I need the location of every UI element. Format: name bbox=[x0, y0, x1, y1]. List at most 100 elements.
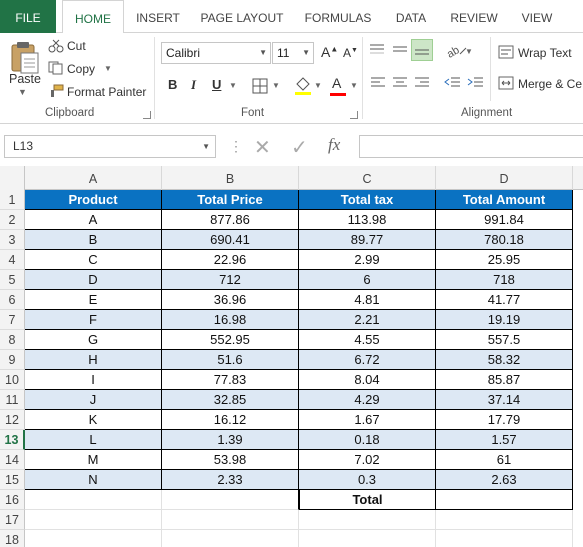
formula-input[interactable] bbox=[359, 135, 583, 158]
table-cell[interactable] bbox=[436, 490, 573, 510]
table-cell[interactable]: 4.55 bbox=[299, 330, 436, 350]
row-header[interactable]: 17 bbox=[0, 510, 25, 530]
table-cell[interactable]: 4.81 bbox=[299, 290, 436, 310]
row-header[interactable]: 8 bbox=[0, 330, 25, 350]
row-header[interactable]: 2 bbox=[0, 210, 25, 230]
table-cell[interactable]: K bbox=[25, 410, 162, 430]
table-cell[interactable]: E bbox=[25, 290, 162, 310]
insert-function-icon[interactable]: fx bbox=[328, 135, 340, 155]
table-cell[interactable]: 7.02 bbox=[299, 450, 436, 470]
font-size-select[interactable]: 11 ▼ bbox=[272, 42, 314, 64]
table-cell[interactable]: 41.77 bbox=[436, 290, 573, 310]
decrease-indent-icon[interactable] bbox=[443, 76, 461, 95]
italic-button[interactable]: I bbox=[191, 77, 196, 93]
table-cell[interactable]: 4.29 bbox=[299, 390, 436, 410]
table-cell[interactable]: M bbox=[25, 450, 162, 470]
table-cell[interactable]: I bbox=[25, 370, 162, 390]
column-header-a[interactable]: A bbox=[25, 166, 162, 190]
table-cell[interactable]: 718 bbox=[436, 270, 573, 290]
table-cell[interactable]: 2.21 bbox=[299, 310, 436, 330]
row-header[interactable]: 13 bbox=[0, 430, 25, 450]
table-cell[interactable] bbox=[25, 510, 162, 530]
align-right-icon[interactable] bbox=[414, 76, 430, 95]
row-header[interactable]: 5 bbox=[0, 270, 25, 290]
orientation-icon[interactable]: ab ▼ bbox=[445, 42, 473, 63]
table-cell[interactable]: 552.95 bbox=[162, 330, 299, 350]
table-cell[interactable]: 1.39 bbox=[162, 430, 299, 450]
grow-font-button[interactable]: A▲ bbox=[321, 44, 338, 60]
underline-button[interactable]: U bbox=[212, 77, 221, 92]
column-header-c[interactable]: C bbox=[299, 166, 436, 190]
tab-review[interactable]: REVIEW bbox=[444, 0, 504, 33]
table-cell[interactable]: 25.95 bbox=[436, 250, 573, 270]
align-center-icon[interactable] bbox=[392, 76, 408, 95]
table-cell[interactable]: 36.96 bbox=[162, 290, 299, 310]
select-all-corner[interactable] bbox=[0, 166, 25, 190]
table-cell[interactable]: 17.79 bbox=[436, 410, 573, 430]
row-header[interactable]: 4 bbox=[0, 250, 25, 270]
tab-home[interactable]: HOME bbox=[62, 0, 124, 34]
table-cell[interactable]: 19.19 bbox=[436, 310, 573, 330]
table-cell[interactable]: 77.83 bbox=[162, 370, 299, 390]
table-cell[interactable]: 690.41 bbox=[162, 230, 299, 250]
copy-button[interactable]: Copy bbox=[67, 62, 95, 76]
row-header[interactable]: 12 bbox=[0, 410, 25, 430]
table-cell[interactable]: 61 bbox=[436, 450, 573, 470]
fill-color-icon[interactable] bbox=[294, 76, 312, 101]
table-cell[interactable]: 37.14 bbox=[436, 390, 573, 410]
cancel-icon[interactable]: ✕ bbox=[254, 135, 271, 160]
table-cell[interactable]: A bbox=[25, 210, 162, 230]
worksheet-grid[interactable]: A B C D 1 2 3 4 5 6 7 8 9 10 11 12 13 14 15 16 17 18 Prod… bbox=[0, 166, 583, 547]
clipboard-launcher-icon[interactable] bbox=[143, 111, 151, 119]
row-header[interactable]: 3 bbox=[0, 230, 25, 250]
table-cell[interactable] bbox=[436, 510, 573, 530]
table-cell[interactable]: 51.6 bbox=[162, 350, 299, 370]
top-align-icon[interactable] bbox=[368, 42, 386, 63]
table-cell[interactable]: 89.77 bbox=[299, 230, 436, 250]
font-name-select[interactable]: Calibri ▼ bbox=[161, 42, 271, 64]
increase-indent-icon[interactable] bbox=[466, 76, 484, 95]
table-cell[interactable]: 53.98 bbox=[162, 450, 299, 470]
borders-dropdown-icon[interactable]: ▼ bbox=[272, 81, 280, 90]
copy-dropdown-icon[interactable]: ▼ bbox=[104, 64, 112, 73]
tab-page-layout[interactable]: PAGE LAYOUT bbox=[196, 0, 288, 33]
tab-insert[interactable]: INSERT bbox=[130, 0, 186, 33]
table-cell[interactable] bbox=[162, 490, 299, 510]
table-cell[interactable]: C bbox=[25, 250, 162, 270]
table-cell[interactable]: 16.98 bbox=[162, 310, 299, 330]
column-header-d[interactable]: D bbox=[436, 166, 573, 190]
format-painter-button[interactable]: Format Painter bbox=[67, 85, 146, 99]
bottom-align-icon[interactable] bbox=[411, 39, 433, 61]
borders-icon[interactable] bbox=[252, 78, 268, 99]
table-cell[interactable]: D bbox=[25, 270, 162, 290]
name-box[interactable]: L13 ▼ bbox=[4, 135, 216, 158]
table-cell[interactable]: 991.84 bbox=[436, 210, 573, 230]
table-cell[interactable]: 22.96 bbox=[162, 250, 299, 270]
table-cell[interactable]: 557.5 bbox=[436, 330, 573, 350]
table-cell[interactable] bbox=[25, 490, 162, 510]
table-cell[interactable]: 2.33 bbox=[162, 470, 299, 490]
shrink-font-button[interactable]: A▼ bbox=[343, 46, 358, 60]
table-cell[interactable]: 113.98 bbox=[299, 210, 436, 230]
merge-center-button[interactable]: Merge & Ce bbox=[518, 77, 582, 91]
column-header-cell[interactable]: Total Amount bbox=[436, 190, 573, 210]
table-cell[interactable]: 8.04 bbox=[299, 370, 436, 390]
total-label[interactable]: Total bbox=[299, 490, 436, 510]
column-header-cell[interactable]: Total tax bbox=[299, 190, 436, 210]
row-header[interactable]: 15 bbox=[0, 470, 25, 490]
row-header[interactable]: 18 bbox=[0, 530, 25, 547]
font-launcher-icon[interactable] bbox=[350, 111, 358, 119]
table-cell[interactable]: J bbox=[25, 390, 162, 410]
wrap-text-button[interactable]: Wrap Text bbox=[518, 46, 572, 60]
bold-button[interactable]: B bbox=[168, 77, 177, 92]
table-cell[interactable] bbox=[299, 510, 436, 530]
middle-align-icon[interactable] bbox=[391, 42, 409, 63]
table-cell[interactable]: B bbox=[25, 230, 162, 250]
column-header-cell[interactable]: Product bbox=[25, 190, 162, 210]
fill-color-dropdown-icon[interactable]: ▼ bbox=[314, 81, 322, 90]
row-header[interactable]: 10 bbox=[0, 370, 25, 390]
table-cell[interactable]: 0.3 bbox=[299, 470, 436, 490]
table-cell[interactable] bbox=[299, 530, 436, 547]
table-cell[interactable]: 780.18 bbox=[436, 230, 573, 250]
table-cell[interactable]: 1.67 bbox=[299, 410, 436, 430]
